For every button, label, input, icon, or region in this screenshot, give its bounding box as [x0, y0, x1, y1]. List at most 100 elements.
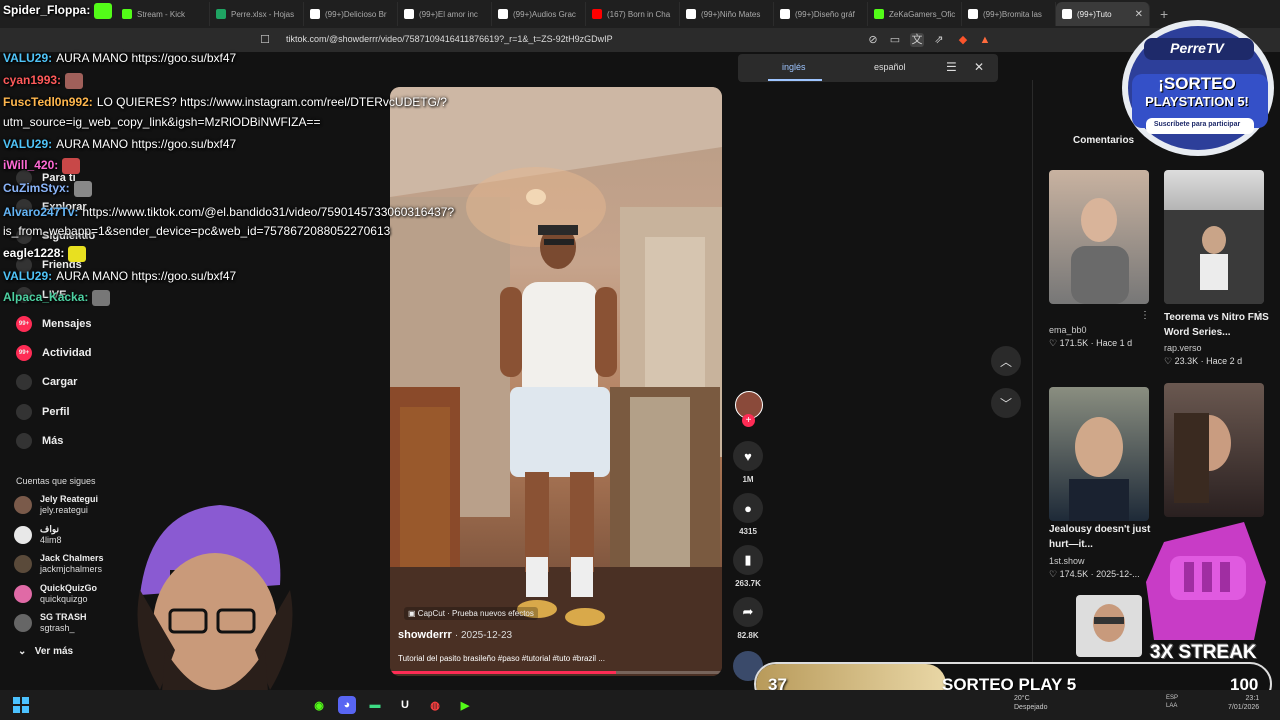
chat-username[interactable]: CuZimStyx:: [3, 181, 70, 195]
related-video-thumb[interactable]: [1164, 383, 1264, 517]
chat-username[interactable]: Spider_Floppa:: [3, 3, 90, 17]
sidebar-item-perfil[interactable]: Perfil: [16, 404, 70, 420]
heart-icon[interactable]: ♥: [733, 441, 763, 471]
lang-layout: LAA: [1166, 703, 1178, 709]
share-icon[interactable]: ⇗: [932, 33, 946, 47]
chat-message: Alvaro247Tv: https://www.tiktok.com/@el.b…: [3, 205, 454, 219]
browser-tab[interactable]: Stream - Kick: [116, 2, 210, 26]
browser-tab[interactable]: (99+)Niño Mates: [680, 2, 774, 26]
sidebar-item-actividad[interactable]: 99+ Actividad: [16, 345, 92, 361]
cast-icon[interactable]: ▭: [888, 33, 902, 47]
browser-tab[interactable]: (99+)El amor inc: [398, 2, 492, 26]
chat-username[interactable]: Alpaca_Kacka:: [3, 290, 88, 304]
following-account[interactable]: SG TRASH sgtrash_: [14, 612, 87, 634]
following-name: Jely Reategui: [40, 494, 99, 504]
following-handle: sgtrash_: [40, 623, 75, 633]
sidebar-item-mensajes[interactable]: 99+ Mensajes: [16, 316, 92, 332]
related-video-user[interactable]: ema_bb0: [1049, 325, 1087, 335]
chat-emote-icon: [65, 73, 84, 89]
system-clock[interactable]: 23:1 7/01/2026: [1228, 694, 1259, 712]
tab-favicon-icon: [1062, 9, 1072, 19]
related-video-thumb[interactable]: [1076, 595, 1142, 657]
like-count: 1M: [742, 475, 754, 484]
translate-lang-english[interactable]: inglés: [782, 62, 806, 72]
translate-close-icon[interactable]: ✕: [974, 60, 984, 74]
chat-username[interactable]: iWill_420:: [3, 158, 58, 172]
following-account[interactable]: نواف 4lim8: [14, 524, 62, 546]
weather-temp: 20°C: [1014, 695, 1030, 702]
more-options-icon[interactable]: ⋮: [1140, 310, 1150, 321]
video-progress-bar[interactable]: [390, 671, 722, 674]
save-count: 263.7K: [735, 579, 761, 588]
following-account[interactable]: Jely Reategui jely.reategui: [14, 494, 98, 516]
next-video-button[interactable]: ﹀: [991, 388, 1021, 418]
following-account[interactable]: QuickQuizGo quickquizgo: [14, 583, 97, 605]
related-video-user[interactable]: rap.verso: [1164, 343, 1202, 353]
see-more-link[interactable]: ⌄ Ver más: [18, 646, 73, 657]
more-options-icon[interactable]: ⋮: [1254, 310, 1264, 321]
translate-lang-spanish[interactable]: español: [874, 62, 906, 72]
taskbar-app-icon[interactable]: ◉: [310, 696, 328, 714]
chat-message: VALU29: AURA MANO https://goo.su/bxf47: [3, 51, 236, 65]
sidebar-item-cargar[interactable]: Cargar: [16, 374, 77, 390]
chat-username[interactable]: cyan1993:: [3, 73, 61, 87]
rewards-icon[interactable]: ▲: [978, 33, 992, 47]
sidebar-item-m-s[interactable]: Más: [16, 433, 63, 449]
follow-plus-icon[interactable]: +: [742, 414, 755, 427]
url-field[interactable]: tiktok.com/@showderrr/video/758710941641…: [286, 34, 613, 44]
browser-tab[interactable]: (167) Born in Cha: [586, 2, 680, 26]
discord-icon[interactable]: ◕: [338, 696, 356, 714]
following-account-text: نواف 4lim8: [40, 524, 62, 546]
following-name: QuickQuizGo: [40, 582, 98, 593]
browser-tab[interactable]: (99+)Diseño gráf: [774, 2, 868, 26]
chat-username[interactable]: Alvaro247Tv:: [3, 205, 78, 219]
browser-tab-label: Stream - Kick: [137, 9, 186, 19]
share-arrow-icon[interactable]: ➦: [733, 597, 763, 627]
chat-username[interactable]: VALU29:: [3, 269, 52, 283]
chat-username[interactable]: VALU29:: [3, 51, 52, 65]
related-video-user[interactable]: 1st.show: [1049, 556, 1085, 566]
weather-desc: Despejado: [1014, 704, 1048, 711]
related-video-thumb[interactable]: [1049, 387, 1149, 521]
chat-username[interactable]: FuscTedl0n992:: [3, 95, 93, 109]
following-account[interactable]: Jack Chalmers jackmjchalmers: [14, 553, 104, 575]
taskbar-app-icon[interactable]: ◍: [426, 696, 444, 714]
like-action: ♥ 1M: [733, 441, 763, 484]
brave-shield-icon[interactable]: ◆: [956, 33, 970, 47]
comment-icon[interactable]: ●: [733, 493, 763, 523]
browser-tab[interactable]: ZeKaGamers_Ofic: [868, 2, 962, 26]
weather-widget[interactable]: 20°C Despejado: [1014, 694, 1047, 712]
related-video-title[interactable]: Jealousy doesn't just hurt—it...: [1049, 522, 1159, 552]
play-icon[interactable]: ▶: [456, 696, 474, 714]
browser-tab[interactable]: (99+)Audios Grac: [492, 2, 586, 26]
bookmark-save-icon[interactable]: ▮: [733, 545, 763, 575]
video-author[interactable]: showderrr · 2025-12-23: [398, 629, 512, 641]
tab-favicon-icon: [310, 9, 320, 19]
browser-tab[interactable]: Perre.xlsx - Hojas: [210, 2, 304, 26]
translate-menu-icon[interactable]: ☰: [946, 60, 957, 74]
browser-tab-label: (99+)Niño Mates: [701, 9, 761, 19]
browser-tab[interactable]: (99+)Delicioso Br: [304, 2, 398, 26]
unreal-icon[interactable]: U: [396, 696, 414, 714]
video-player[interactable]: ▣ CapCut · Prueba nuevos efectos showder…: [390, 87, 722, 676]
related-video-thumb[interactable]: [1049, 170, 1149, 304]
streamer-webcam: [120, 500, 310, 720]
chat-username[interactable]: VALU29:: [3, 137, 52, 151]
bookmark-icon[interactable]: ☐: [258, 33, 272, 47]
previous-video-button[interactable]: ︿: [991, 346, 1021, 376]
following-name: SG TRASH: [40, 612, 87, 622]
taskbar-app-icon[interactable]: ▬: [366, 696, 384, 714]
translate-icon[interactable]: 文: [910, 33, 924, 47]
chat-text: utm_source=ig_web_copy_link&igsh=MzRlODB…: [3, 115, 321, 129]
language-indicator[interactable]: ESP LAA: [1166, 694, 1178, 710]
browser-tab[interactable]: (99+)Bromita las: [962, 2, 1056, 26]
mute-icon[interactable]: ⊘: [866, 33, 880, 47]
clock-date: 7/01/2026: [1228, 704, 1260, 711]
chat-username[interactable]: eagle1228:: [3, 246, 64, 260]
upload-icon: [16, 374, 32, 390]
capcut-tag[interactable]: ▣ CapCut · Prueba nuevos efectos: [404, 607, 538, 620]
browser-tab-label: (99+)Tuto: [1077, 9, 1112, 19]
windows-start-icon[interactable]: [12, 696, 30, 714]
capcut-label: CapCut · Prueba nuevos efectos: [417, 609, 534, 618]
related-video-thumb[interactable]: [1164, 170, 1264, 304]
